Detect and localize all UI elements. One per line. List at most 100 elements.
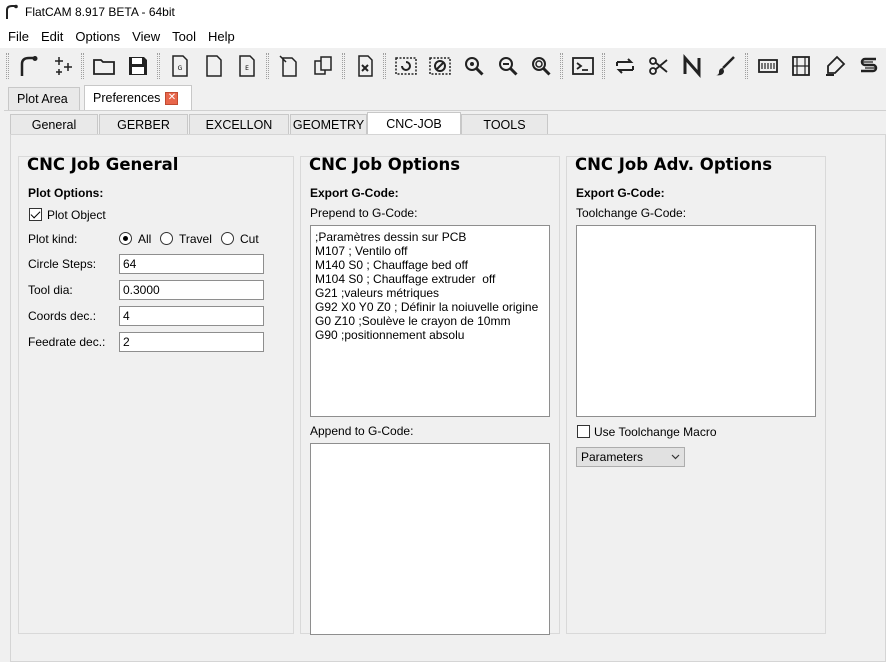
plot-object-checkbox[interactable] (29, 208, 42, 221)
tab-cnc-job[interactable]: CNC-JOB (367, 112, 461, 135)
prepend-gcode-textarea[interactable]: ;Paramètres dessin sur PCB M107 ; Ventil… (310, 225, 550, 417)
tab-tools[interactable]: TOOLS (461, 114, 548, 135)
use-toolchange-macro-label: Use Toolchange Macro (594, 425, 717, 439)
app-logo-button[interactable] (14, 51, 44, 81)
window-title: FlatCAM 8.917 BETA - 64bit (25, 5, 175, 19)
cnc-job-options-group: CNC Job Options Export G-Code: Prepend t… (300, 155, 560, 635)
menu-view[interactable]: View (126, 26, 166, 47)
replot-button[interactable] (391, 51, 421, 81)
menu-edit[interactable]: Edit (35, 26, 69, 47)
append-gcode-label: Append to G-Code: (310, 424, 414, 438)
toolbar-grip[interactable] (156, 53, 160, 79)
tab-excellon[interactable]: EXCELLON (189, 114, 289, 135)
open-folder-button[interactable] (89, 51, 119, 81)
plot-kind-cut-radio[interactable] (221, 232, 234, 245)
tab-label: Plot Area (17, 92, 68, 106)
toolbar-grip[interactable] (383, 53, 387, 79)
paint-button[interactable] (711, 51, 741, 81)
coords-dec-input[interactable]: 4 (119, 306, 264, 326)
new-file-button[interactable] (199, 51, 229, 81)
export-gcode-label: Export G-Code: (576, 186, 665, 200)
tab-plot-area[interactable]: Plot Area (8, 87, 80, 110)
delete-button[interactable] (350, 51, 380, 81)
panel-button[interactable] (753, 51, 783, 81)
tab-general[interactable]: General (10, 114, 98, 135)
substract-button[interactable] (854, 51, 884, 81)
shell-icon (572, 57, 594, 75)
open-folder-icon (93, 59, 116, 75)
ncc-icon (683, 54, 701, 78)
svg-text:G: G (178, 65, 183, 72)
gcode-line: M140 S0 ; Chauffage bed off (315, 258, 469, 272)
toolbar-grip[interactable] (601, 53, 605, 79)
copy-object-button[interactable] (308, 51, 338, 81)
cutout-button[interactable] (644, 51, 674, 81)
substract-icon (860, 57, 878, 73)
ncc-button[interactable] (677, 51, 707, 81)
plot-kind-label: Plot kind: (28, 232, 78, 246)
prepend-gcode-label: Prepend to G-Code: (310, 206, 418, 220)
toolbar-grip[interactable] (266, 53, 270, 79)
coords-dec-label: Coords dec.: (28, 309, 97, 323)
new-file-icon (205, 55, 222, 77)
close-tab-icon[interactable]: ✕ (165, 91, 179, 105)
plot-kind-travel-radio[interactable] (160, 232, 173, 245)
toolbar-grip[interactable] (744, 53, 748, 79)
save-button[interactable] (123, 51, 153, 81)
toolbar-grip[interactable] (81, 53, 85, 79)
toolbar-grip[interactable] (341, 53, 345, 79)
menu-tool[interactable]: Tool (166, 26, 202, 47)
tool-dia-label: Tool dia: (28, 283, 73, 297)
use-toolchange-macro-checkbox[interactable] (577, 425, 590, 438)
append-gcode-textarea[interactable] (310, 443, 550, 635)
flip-button[interactable] (610, 51, 640, 81)
cnc-job-adv-options-group: CNC Job Adv. Options Export G-Code: Tool… (566, 155, 826, 634)
svg-text:E: E (245, 65, 249, 72)
circle-steps-input[interactable]: 64 (119, 254, 264, 274)
film-button[interactable] (787, 51, 817, 81)
solder-paste-button[interactable] (820, 51, 850, 81)
gcode-line: G21 ;valeurs métriques (315, 286, 440, 300)
snap-grid-button[interactable] (48, 51, 78, 81)
macro-parameters-select[interactable]: Parameters (576, 447, 685, 467)
zoom-fit-button[interactable] (459, 51, 489, 81)
menu-bar: File Edit Options View Tool Help (0, 24, 886, 48)
zoom-in-button[interactable] (493, 51, 523, 81)
cnc-job-general-group: CNC Job General Plot Options: Plot Objec… (18, 155, 294, 634)
tab-gerber[interactable]: GERBER (99, 114, 188, 135)
tab-geometry[interactable]: GEOMETRY (290, 114, 367, 135)
zoom-out-icon (532, 57, 551, 76)
open-project-button[interactable] (274, 51, 304, 81)
delete-icon (357, 55, 373, 77)
copy-object-icon (314, 56, 332, 75)
feedrate-dec-input[interactable]: 2 (119, 332, 264, 352)
tool-dia-input[interactable]: 0.3000 (119, 280, 264, 300)
new-gerber-icon: G (172, 55, 188, 77)
zoom-fit-icon (464, 57, 484, 76)
open-project-icon (279, 55, 297, 77)
shell-button[interactable] (568, 51, 598, 81)
select-value: Parameters (581, 450, 644, 464)
menu-options[interactable]: Options (69, 26, 126, 47)
menu-file[interactable]: File (2, 26, 35, 47)
replot-icon (395, 57, 418, 75)
menu-help[interactable]: Help (202, 26, 241, 47)
plot-kind-all-label: All (138, 232, 152, 246)
toolbar-grip[interactable] (6, 53, 9, 79)
group-title: CNC Job Adv. Options (575, 155, 773, 174)
plot-kind-all-radio[interactable] (119, 232, 132, 245)
zoom-out-button[interactable] (526, 51, 556, 81)
gcode-line: G90 ;positionnement absolu (315, 328, 465, 342)
feedrate-dec-label: Feedrate dec.: (28, 335, 106, 349)
new-excellon-button[interactable]: E (232, 51, 262, 81)
toolbar-grip[interactable] (560, 53, 564, 79)
document-tabs: Plot Area Preferences ✕ (0, 84, 886, 110)
new-gerber-button[interactable]: G (165, 51, 195, 81)
clear-plot-button[interactable] (425, 51, 455, 81)
plot-object-label: Plot Object (47, 208, 106, 222)
clear-plot-icon (429, 57, 451, 75)
plot-kind-travel-label: Travel (179, 232, 212, 246)
tab-preferences[interactable]: Preferences ✕ (84, 85, 192, 110)
toolchange-gcode-textarea[interactable] (576, 225, 816, 417)
gcode-line: G0 Z10 ;Soulève le crayon de 10mm (315, 314, 511, 328)
